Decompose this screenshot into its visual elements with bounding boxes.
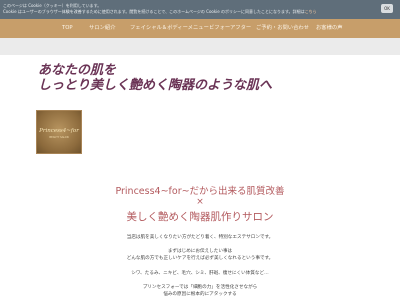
body-text-line5: プリンセスフォーでは「細胞の力」を活性化させながら xyxy=(142,285,258,290)
nav-item-top[interactable]: TOP xyxy=(62,19,73,38)
hero-headline-line2: しっとり美しく艶めく陶器のような肌へ xyxy=(38,78,273,93)
body-text-line3: どんな肌の方でも正しいケアを行えば必ず美しくなれるという事です。 xyxy=(126,256,274,261)
cookie-ok-button[interactable]: OK xyxy=(381,4,393,13)
cookie-banner: このページは Cookie（クッキー）を利用しています。 Cookie はユーザ… xyxy=(0,0,400,19)
logo-text: Princess4~for xyxy=(39,128,79,134)
hero-headline-line1: あなたの肌を xyxy=(38,63,117,78)
cookie-text-line1: このページは Cookie（クッキー）を利用しています。 xyxy=(3,3,102,8)
logo-subtext: BEAUTY SALON xyxy=(49,136,69,139)
nav-item-contact[interactable]: ご予約・お問い合わせ xyxy=(256,19,309,38)
cookie-text: Cookie はユーザーのブラウザー体験を改善するために使用されます。閲覧を続け… xyxy=(3,9,305,14)
body-text-line2: まずはじめにお伝えしたい事は xyxy=(167,249,233,254)
nav-item-before-after[interactable]: ビフォーアフター xyxy=(209,19,251,38)
body-text-line4: シワ、たるみ、ニキビ、毛穴、シミ、肝斑、痩せにくい体質など… xyxy=(131,271,269,276)
cookie-policy-link[interactable]: こちら xyxy=(305,9,317,14)
nav-item-voice[interactable]: お客様の声 xyxy=(316,19,343,38)
body-text-line6: 悩みの原因に根本的にアタックする xyxy=(163,292,237,297)
body-text-line1: 当店は肌を美しくなりたい方がたどり着く、特別なエステサロンです。 xyxy=(126,235,274,240)
nav-item-salon[interactable]: サロン紹介 xyxy=(89,19,116,38)
tagline-line3: 美しく艶めく陶器肌作りサロン xyxy=(126,211,274,223)
nav-item-menu[interactable]: フェイシャル＆ボディーメニュー xyxy=(130,19,209,38)
tagline-line1: Princess4~for~だから出来る肌質改善 xyxy=(115,186,285,197)
tagline-cross: × xyxy=(196,197,204,207)
main-nav: TOP サロン紹介 フェイシャル＆ボディーメニュー ビフォーアフター ご予約・お… xyxy=(0,19,400,38)
cookie-text-line2: Cookie はユーザーのブラウザー体験を改善するために使用されます。閲覧を続け… xyxy=(3,9,363,14)
salon-logo: Princess4~for BEAUTY SALON xyxy=(36,110,82,154)
header-band xyxy=(0,38,400,55)
